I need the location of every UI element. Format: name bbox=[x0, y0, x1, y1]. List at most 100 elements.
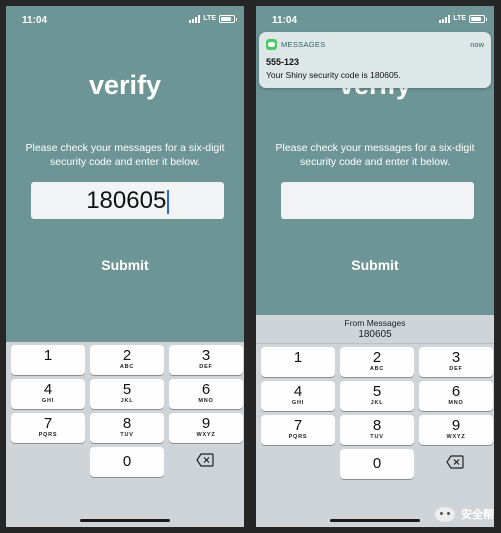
status-bar: 11:04 LTE bbox=[6, 6, 244, 32]
key-3[interactable]: 3 DEF bbox=[419, 347, 493, 377]
sms-notification-banner[interactable]: MESSAGES now 555-123 Your Shiny security… bbox=[259, 32, 491, 88]
key-5[interactable]: 5 JKL bbox=[340, 381, 414, 411]
keypad-keys: 1 2 ABC 3 DEF 4 GHI 5 JKL 6 MNO 7 PQRS 8 TUV 9W… bbox=[256, 344, 494, 504]
key-digit: 8 bbox=[122, 415, 132, 432]
phone-screen-left: 11:04 LTE verify Please check your messa… bbox=[6, 6, 244, 527]
security-code-input-wrap: 180605 bbox=[31, 182, 224, 219]
signal-icon bbox=[189, 15, 201, 23]
status-time: 11:04 bbox=[272, 15, 298, 26]
key-6[interactable]: 6 MNO bbox=[169, 379, 243, 409]
key-digit: 6 bbox=[451, 383, 461, 400]
key-digit: 6 bbox=[201, 381, 211, 398]
status-icons: LTE bbox=[439, 15, 487, 23]
key-digit: 0 bbox=[122, 453, 132, 470]
key-digit: 1 bbox=[293, 349, 303, 366]
key-letters: PQRS bbox=[288, 434, 308, 440]
key-7[interactable]: 7 PQRS bbox=[11, 413, 85, 443]
key-letters: ABC bbox=[369, 366, 385, 372]
key-digit: 8 bbox=[372, 417, 382, 434]
instructions-text: Please check your messages for a six-dig… bbox=[275, 142, 475, 168]
text-caret bbox=[167, 189, 169, 214]
battery-icon bbox=[219, 15, 237, 23]
key-letters: MNO bbox=[448, 400, 464, 406]
key-4[interactable]: 4 GHI bbox=[11, 379, 85, 409]
key-letters: WXYZ bbox=[446, 434, 466, 440]
key-digit: 2 bbox=[372, 349, 382, 366]
key-digit: 5 bbox=[372, 383, 382, 400]
key-7[interactable]: 7 PQRS bbox=[261, 415, 335, 445]
key-letters: JKL bbox=[120, 398, 134, 404]
security-code-input[interactable]: 180605 bbox=[31, 182, 224, 219]
page-title: verify bbox=[88, 70, 162, 100]
key-digit: 5 bbox=[122, 381, 132, 398]
key-9[interactable]: 9 WXYZ bbox=[169, 413, 243, 443]
watermark: 安全帮 bbox=[435, 506, 494, 522]
network-type: LTE bbox=[203, 15, 216, 22]
key-digit: 4 bbox=[43, 381, 53, 398]
notification-message: Your Shiny security code is 180605. bbox=[266, 70, 401, 80]
key-letters: ABC bbox=[119, 364, 135, 370]
suggestion-code: 180605 bbox=[358, 329, 392, 340]
battery-icon bbox=[469, 15, 487, 23]
delete-key-icon[interactable] bbox=[196, 453, 214, 469]
home-indicator[interactable] bbox=[330, 519, 420, 522]
delete-key-icon[interactable] bbox=[446, 455, 464, 471]
network-type: LTE bbox=[453, 15, 466, 22]
key-digit: 9 bbox=[451, 417, 461, 434]
signal-icon bbox=[439, 15, 451, 23]
submit-button[interactable]: Submit bbox=[6, 257, 244, 273]
key-4[interactable]: 4 GHI bbox=[261, 381, 335, 411]
messages-app-icon bbox=[266, 39, 277, 50]
security-code-value: 180605 bbox=[86, 187, 167, 214]
key-letters: TUV bbox=[370, 434, 384, 440]
key-digit: 7 bbox=[293, 417, 303, 434]
key-6[interactable]: 6 MNO bbox=[419, 381, 493, 411]
key-8[interactable]: 8 TUV bbox=[90, 413, 164, 443]
submit-button[interactable]: Submit bbox=[256, 257, 494, 273]
key-2[interactable]: 2 ABC bbox=[90, 345, 164, 375]
key-8[interactable]: 8 TUV bbox=[340, 415, 414, 445]
key-5[interactable]: 5 JKL bbox=[90, 379, 164, 409]
key-digit: 3 bbox=[451, 349, 461, 366]
key-digit: 4 bbox=[293, 383, 303, 400]
key-0[interactable]: 0 bbox=[340, 449, 414, 479]
watermark-text: 安全帮 bbox=[461, 509, 494, 521]
key-digit: 2 bbox=[122, 347, 132, 364]
wechat-logo-icon bbox=[435, 506, 455, 522]
instructions-text: Please check your messages for a six-dig… bbox=[25, 142, 225, 168]
key-letters: DEF bbox=[449, 366, 463, 372]
numeric-keyboard: 1 2 ABC 3 DEF 4 GHI 5 JKL 6 MNO 7 PQRS 8 TUV 9W… bbox=[6, 342, 244, 527]
key-1[interactable]: 1 bbox=[261, 347, 335, 377]
key-letters: PQRS bbox=[38, 432, 58, 438]
status-time: 11:04 bbox=[22, 15, 48, 26]
notification-sender: 555-123 bbox=[266, 57, 300, 67]
keypad-keys: 1 2 ABC 3 DEF 4 GHI 5 JKL 6 MNO 7 PQRS 8 TUV 9W… bbox=[6, 342, 244, 502]
key-letters: GHI bbox=[41, 398, 55, 404]
key-digit: 1 bbox=[43, 347, 53, 364]
key-digit: 3 bbox=[201, 347, 211, 364]
suggestion-label: From Messages bbox=[344, 318, 406, 328]
key-letters: TUV bbox=[120, 432, 134, 438]
key-digit: 7 bbox=[43, 415, 53, 432]
key-1[interactable]: 1 bbox=[11, 345, 85, 375]
key-9[interactable]: 9 WXYZ bbox=[419, 415, 493, 445]
autofill-suggestion[interactable]: From Messages 180605 bbox=[256, 315, 494, 344]
key-3[interactable]: 3 DEF bbox=[169, 345, 243, 375]
key-letters: JKL bbox=[370, 400, 384, 406]
key-letters: GHI bbox=[291, 400, 305, 406]
key-letters: WXYZ bbox=[196, 432, 216, 438]
status-icons: LTE bbox=[189, 15, 237, 23]
numeric-keyboard: From Messages 180605 1 2 ABC 3 DEF 4 GHI 5J… bbox=[256, 315, 494, 527]
notification-app-name: MESSAGES bbox=[281, 40, 326, 49]
security-code-input[interactable] bbox=[281, 182, 474, 219]
key-0[interactable]: 0 bbox=[90, 447, 164, 477]
key-digit: 0 bbox=[372, 455, 382, 472]
status-bar: 11:04 LTE bbox=[256, 6, 494, 32]
home-indicator[interactable] bbox=[80, 519, 170, 522]
key-2[interactable]: 2 ABC bbox=[340, 347, 414, 377]
notification-header: MESSAGES now bbox=[266, 39, 484, 51]
phone-screen-right: 11:04 LTE verify Please check your messa… bbox=[256, 6, 494, 527]
key-letters: MNO bbox=[198, 398, 214, 404]
notification-time: now bbox=[470, 40, 484, 49]
key-digit: 9 bbox=[201, 415, 211, 432]
